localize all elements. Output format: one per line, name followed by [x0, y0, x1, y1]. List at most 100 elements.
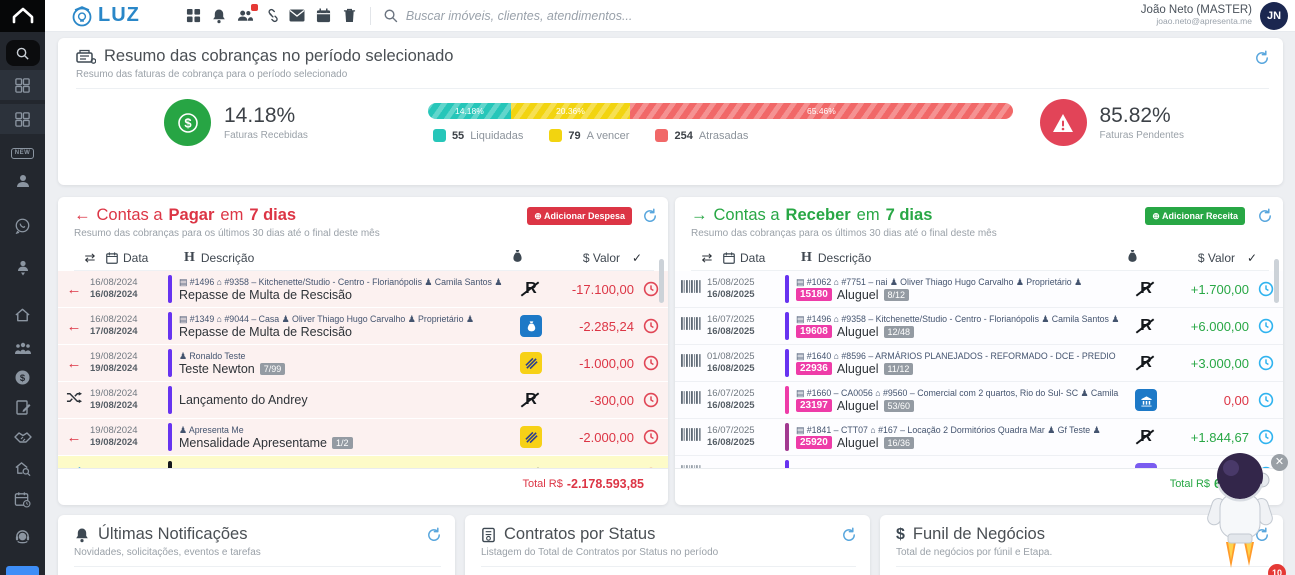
app-logo[interactable] — [0, 0, 45, 32]
bank-icon[interactable] — [1129, 389, 1163, 411]
received-label: Faturas Recebidas — [224, 130, 308, 141]
sidebar-item-news[interactable]: NEW — [0, 138, 45, 168]
bank-brasil-icon[interactable] — [514, 426, 548, 448]
scrollbar[interactable] — [659, 259, 664, 303]
clock-icon[interactable] — [1249, 318, 1283, 334]
sidebar-item-profile[interactable] — [0, 166, 45, 196]
search-icon — [383, 8, 398, 23]
sidebar-item-schedule[interactable] — [0, 484, 45, 514]
table-row[interactable]: ← 16/08/202416/08/2024 ▤ #1496 ⌂ #9358 –… — [58, 271, 668, 308]
sidebar-item-support[interactable] — [0, 522, 45, 552]
contract-status-icon — [481, 527, 496, 543]
clock-icon[interactable] — [634, 355, 668, 371]
clock-icon[interactable] — [634, 318, 668, 334]
summary-title: Resumo das cobranças no período selecion… — [104, 47, 453, 66]
row-value: -300,00 — [548, 393, 634, 408]
invoice-id-badge: 23197 — [796, 399, 832, 412]
table-row[interactable]: ← 16/08/202417/08/2024 ▤ #1349 ⌂ #9044 –… — [58, 308, 668, 345]
no-remittance-icon[interactable]: R — [514, 391, 548, 409]
close-icon[interactable]: ✕ — [1271, 454, 1288, 471]
sidebar-item-panels[interactable] — [0, 104, 45, 134]
clock-icon[interactable] — [1249, 429, 1283, 445]
astronaut-illustration — [1198, 448, 1283, 575]
refresh-icon[interactable] — [426, 527, 442, 543]
installment-badge: 8/12 — [884, 289, 910, 301]
no-remittance-icon[interactable]: R — [1129, 317, 1163, 335]
sidebar-item-partial[interactable] — [6, 566, 39, 575]
cash-register-icon — [76, 48, 96, 65]
barcode-icon — [675, 280, 707, 298]
payables-total-value: -2.178.593,85 — [567, 477, 644, 491]
refresh-icon[interactable] — [841, 527, 857, 543]
category-bar — [785, 460, 789, 468]
sidebar-item-whatsapp[interactable] — [0, 210, 45, 240]
sidebar-item-home[interactable] — [0, 300, 45, 330]
notifications-title: Últimas Notificações — [98, 525, 247, 544]
barcode-icon — [675, 465, 707, 468]
category-bar — [168, 423, 172, 451]
mail-icon[interactable] — [289, 7, 306, 24]
add-income-button[interactable]: Adicionar Receita — [1145, 207, 1245, 225]
search-input[interactable] — [406, 9, 746, 23]
sidebar-item-dashboard[interactable] — [0, 70, 45, 100]
refresh-icon[interactable] — [1257, 208, 1273, 224]
installment-badge: 7/99 — [260, 363, 286, 375]
table-row[interactable]: 16/07/202516/08/2025 ▤ #1496 ⌂ #9358 – K… — [675, 308, 1283, 345]
user-info[interactable]: João Neto (MASTER) joao.neto@apresenta.m… — [1141, 4, 1252, 27]
notifications-subtitle: Novidades, solicitações, eventos e taref… — [74, 547, 441, 558]
bank-brasil-icon[interactable] — [514, 352, 548, 374]
app-logo-icon — [11, 6, 35, 26]
table-row[interactable]: 16/07/202516/08/2025 ▤ #1841 – CTT07 ⌂ #… — [675, 419, 1283, 456]
calendar-icon[interactable] — [315, 7, 332, 24]
link-icon[interactable] — [263, 7, 280, 24]
clock-icon[interactable] — [1249, 392, 1283, 408]
no-remittance-icon[interactable]: R — [514, 280, 548, 298]
sidebar-item-property-search[interactable] — [0, 453, 45, 483]
no-remittance-icon[interactable]: R — [1129, 354, 1163, 372]
clock-icon[interactable] — [634, 467, 668, 469]
received-summary: $ 14.18% Faturas Recebidas — [164, 99, 308, 146]
clock-icon[interactable] — [634, 429, 668, 445]
clock-icon[interactable] — [634, 392, 668, 408]
table-row[interactable]: 01/08/202516/08/2025 ▤ #1640 ⌂ #8596 – A… — [675, 345, 1283, 382]
table-row[interactable]: ← 19/08/202419/08/2024 ♟ Ronaldo TesteTe… — [58, 345, 668, 382]
money-bag-blue-icon[interactable] — [514, 315, 548, 337]
category-bar — [168, 386, 172, 414]
table-row[interactable]: 16/07/202516/08/2025 ▤ #1660 – CA0056 ⌂ … — [675, 382, 1283, 419]
row-value: +1.844,67 — [1163, 430, 1249, 445]
category-bar — [785, 312, 789, 340]
refresh-icon[interactable] — [1254, 50, 1270, 66]
no-remittance-icon[interactable]: R — [1129, 428, 1163, 446]
table-row[interactable]: 16/04/2025 ▤ #1984 ⌂ #8982 – Casa Preta … — [675, 456, 1283, 468]
table-row[interactable]: 15/08/202516/08/2025 ▤ #1062 ⌂ #7751 – n… — [675, 271, 1283, 308]
installment-badge: 16/36 — [884, 437, 915, 449]
table-row[interactable]: ← 19/08/202419/08/2024 ♟ Apresenta MeMen… — [58, 419, 668, 456]
purple-action-icon[interactable] — [1129, 463, 1163, 468]
table-row[interactable]: 19/08/202419/08/2024 Lançamento do Andre… — [58, 382, 668, 419]
scrollbar[interactable] — [1274, 259, 1279, 303]
installment-badge: 1/2 — [332, 437, 353, 449]
brand-logo[interactable]: LUZ — [70, 4, 140, 28]
add-expense-button[interactable]: Adicionar Despesa — [527, 207, 632, 225]
sidebar-item-deals[interactable] — [0, 422, 45, 452]
sidebar-item-search[interactable] — [0, 38, 45, 68]
legend-liquidadas: 55Liquidadas — [433, 129, 523, 142]
refresh-icon[interactable] — [642, 208, 658, 224]
apps-grid-icon[interactable] — [185, 7, 202, 24]
sidebar-item-person-pin[interactable] — [0, 252, 45, 282]
dollar-icon: $ — [896, 526, 905, 544]
sidebar-item-finance[interactable]: $ — [0, 362, 45, 392]
sidebar-item-people-group[interactable] — [0, 333, 45, 363]
sidebar-item-contracts[interactable] — [0, 392, 45, 422]
category-bar — [785, 275, 789, 303]
bell-icon[interactable] — [211, 7, 228, 24]
table-row[interactable]: 20/08/2024 ▤ #1687 ⌂ #9386 – Casa com 3 … — [58, 456, 668, 468]
trash-icon[interactable] — [341, 7, 358, 24]
no-remittance-icon[interactable]: R — [1129, 280, 1163, 298]
bell-icon — [74, 527, 90, 543]
swap-icon: ⇄ — [691, 250, 723, 266]
users-icon[interactable] — [237, 7, 254, 24]
avatar[interactable]: JN — [1260, 2, 1288, 30]
clock-icon[interactable] — [1249, 355, 1283, 371]
no-remittance-icon[interactable]: R — [514, 466, 548, 469]
